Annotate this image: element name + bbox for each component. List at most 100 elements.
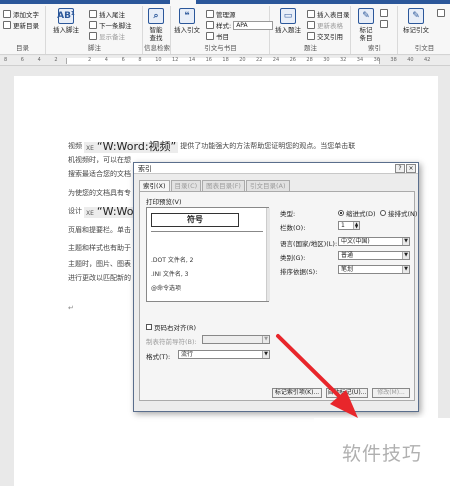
- captions-group: ▭ 插入题注 插入表目录 更新表格 交叉引用 题注: [271, 6, 351, 54]
- insert-index-button[interactable]: [380, 9, 388, 17]
- tab-table-of-figures[interactable]: 图表目录(F): [202, 180, 245, 191]
- document-line[interactable]: 页眉和提要栏。单击: [68, 226, 131, 235]
- line-text: 进行更改以匹配新的: [68, 274, 131, 282]
- insert-caption-button[interactable]: ▭ 插入题注: [275, 8, 301, 34]
- cross-reference-icon: [307, 32, 315, 40]
- insert-footnote-button[interactable]: AB¹ 插入脚注: [53, 8, 79, 34]
- line-text: 设计: [68, 207, 82, 215]
- ruler-tick: 28: [306, 57, 313, 63]
- right-align-checkbox[interactable]: 页码右对齐(R): [146, 322, 196, 332]
- style-icon: [206, 21, 214, 29]
- bibliography-button[interactable]: 书目: [206, 31, 229, 41]
- cross-reference-button[interactable]: 交叉引用: [307, 31, 343, 41]
- update-table-icon: [307, 21, 315, 29]
- ruler-tick: 22: [256, 57, 263, 63]
- chevron-down-icon: ▼: [262, 351, 269, 358]
- ruler-tick: 14: [188, 57, 196, 63]
- show-notes-icon: [89, 32, 97, 40]
- document-line[interactable]: 为使您的文档具有专: [68, 189, 131, 198]
- columns-label: 栏数(O):: [280, 224, 306, 232]
- preview-item: @命令选项: [151, 285, 182, 292]
- preview-divider: [151, 231, 263, 232]
- bibliography-icon: [206, 32, 214, 40]
- tab-index[interactable]: 索引(X): [139, 180, 170, 191]
- category-select[interactable]: 普通 ▼: [338, 251, 410, 260]
- document-line[interactable]: 视频 XE “W:Word:视频” 提供了功能强大的方法帮助您证明您的观点。当您单击联: [68, 140, 355, 153]
- dialog-title-bar[interactable]: 索引 ? ×: [134, 163, 418, 174]
- mark-entry-button[interactable]: ✎ 标记 条目: [358, 8, 374, 42]
- update-toc-button[interactable]: 更新目录: [3, 20, 39, 30]
- field-text: “W:Word:视频”: [96, 140, 177, 153]
- research-group-label: 信息检索: [144, 44, 170, 52]
- mark-entry-dialog-button[interactable]: 标记索引项(K)...: [272, 388, 322, 398]
- tab-table-of-authorities[interactable]: 引文目录(A): [245, 180, 290, 191]
- index-field[interactable]: XE “W:Word:视频”: [84, 140, 179, 153]
- toc-group-label: 目录: [16, 44, 29, 52]
- ruler-tick: 4: [37, 57, 41, 63]
- auto-mark-button[interactable]: 自动标记(U)...: [326, 388, 368, 398]
- ruler-tick: 32: [340, 57, 347, 63]
- horizontal-ruler[interactable]: 8 6 4 2 2 4 6 8 10 12 14 16 18 20 22 24 26 28 30 32 34 36 38 40…: [0, 56, 450, 66]
- close-button[interactable]: ×: [406, 164, 416, 173]
- line-text: 视频: [68, 142, 82, 150]
- dialog-tabs: 索引(X) 目录(C) 图表目录(F) 引文目录(A): [139, 180, 290, 191]
- ruler-tick: 24: [272, 57, 280, 63]
- mark-citation-button[interactable]: ✎ 标记引文: [403, 8, 429, 34]
- ruler-tick: 16: [205, 57, 212, 63]
- toc-group: 添加文字 更新目录 目录: [0, 6, 46, 54]
- ruler-tick: 2: [54, 57, 58, 63]
- ribbon-tab-references[interactable]: [170, 0, 196, 4]
- preview-scrollbar[interactable]: [266, 208, 270, 301]
- citation-style-control[interactable]: 样式: APA: [206, 20, 274, 30]
- add-text-button[interactable]: 添加文字: [3, 9, 39, 19]
- document-line[interactable]: 主题和样式也有助于: [68, 244, 131, 253]
- ruler-tick: 36: [373, 57, 380, 63]
- document-line[interactable]: 搜索最适合您的文档: [68, 170, 131, 179]
- update-table-button[interactable]: 更新表格: [307, 20, 343, 30]
- chevron-down-icon: ▼: [402, 252, 409, 259]
- document-line[interactable]: 进行更改以匹配新的: [68, 274, 131, 283]
- language-select[interactable]: 中文(中国) ▼: [338, 237, 410, 246]
- citation-style-select[interactable]: APA: [233, 20, 274, 30]
- chevron-down-icon: ▼: [402, 266, 409, 273]
- modify-button[interactable]: 修改(M)...: [372, 388, 410, 398]
- line-text: 机视频时，可以在想: [68, 156, 131, 164]
- footnote-icon: AB¹: [57, 8, 75, 24]
- ruler-tick: 30: [323, 57, 330, 63]
- smart-lookup-button[interactable]: ⌕ 智能 查找: [148, 8, 164, 42]
- footnote-group: AB¹ 插入脚注 插入尾注 下一条脚注 显示备注 脚注: [47, 6, 143, 54]
- insert-endnote-button[interactable]: 插入尾注: [89, 9, 125, 19]
- sort-by-select[interactable]: 笔划 ▼: [338, 265, 410, 274]
- update-index-button[interactable]: [380, 20, 388, 28]
- insert-citation-button[interactable]: ❝ 插入引文: [174, 8, 200, 34]
- field-code: XE: [86, 210, 94, 217]
- document-line[interactable]: 机视频时，可以在想: [68, 156, 131, 165]
- document-line[interactable]: 主题时，图片、图表: [68, 260, 131, 269]
- table-of-figures-icon: [307, 10, 315, 18]
- insert-toa-button[interactable]: [437, 9, 445, 17]
- help-button[interactable]: ?: [395, 164, 405, 173]
- tab-toc[interactable]: 目录(C): [170, 180, 202, 191]
- index-dialog: 索引 ? × 索引(X) 目录(C) 图表目录(F) 引文目录(A) 打印预览(…: [133, 162, 419, 412]
- print-preview-label: 打印预览(V): [146, 198, 182, 206]
- line-text: 为使您的文档具有专: [68, 189, 131, 197]
- captions-group-label: 题注: [304, 44, 317, 52]
- mark-entry-icon: ✎: [358, 8, 374, 24]
- manage-sources-button[interactable]: 管理源: [206, 9, 236, 19]
- insert-table-of-figures-button[interactable]: 插入表目录: [307, 9, 350, 19]
- preview-item: .INI 文件名, 3: [151, 271, 189, 278]
- formats-select[interactable]: 流行 ▼: [178, 350, 270, 359]
- next-footnote-icon: [89, 21, 97, 29]
- show-notes-button[interactable]: 显示备注: [89, 31, 125, 41]
- footnote-group-label: 脚注: [88, 44, 101, 52]
- tab-leader-select[interactable]: ▼: [202, 335, 270, 344]
- spinner-arrows-icon[interactable]: ▲ ▼: [353, 222, 359, 229]
- run-in-radio[interactable]: 接排式(N): [380, 208, 417, 218]
- next-footnote-button[interactable]: 下一条脚注: [89, 20, 132, 30]
- research-group: ⌕ 智能 查找 信息检索: [144, 6, 171, 54]
- indented-radio[interactable]: 缩进式(D): [338, 208, 376, 218]
- preview-item: .DOT 文件名, 2: [151, 257, 194, 264]
- columns-spinner[interactable]: 1 ▲ ▼: [338, 221, 360, 230]
- caption-icon: ▭: [280, 8, 296, 24]
- text-cursor: ↵: [68, 304, 74, 312]
